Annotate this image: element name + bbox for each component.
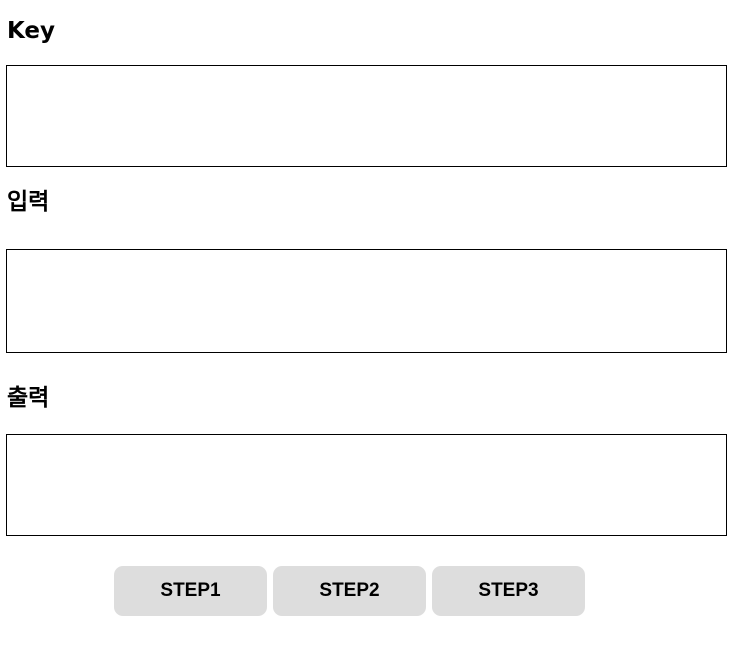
key-field[interactable] xyxy=(6,65,727,167)
step2-button[interactable]: STEP2 xyxy=(273,566,426,616)
step1-button[interactable]: STEP1 xyxy=(114,566,267,616)
output-field[interactable] xyxy=(6,434,727,536)
key-label: Key xyxy=(7,18,56,44)
input-label: 입력 xyxy=(7,189,50,215)
step3-button[interactable]: STEP3 xyxy=(432,566,585,616)
output-label: 출력 xyxy=(7,385,50,411)
input-field[interactable] xyxy=(6,249,727,353)
